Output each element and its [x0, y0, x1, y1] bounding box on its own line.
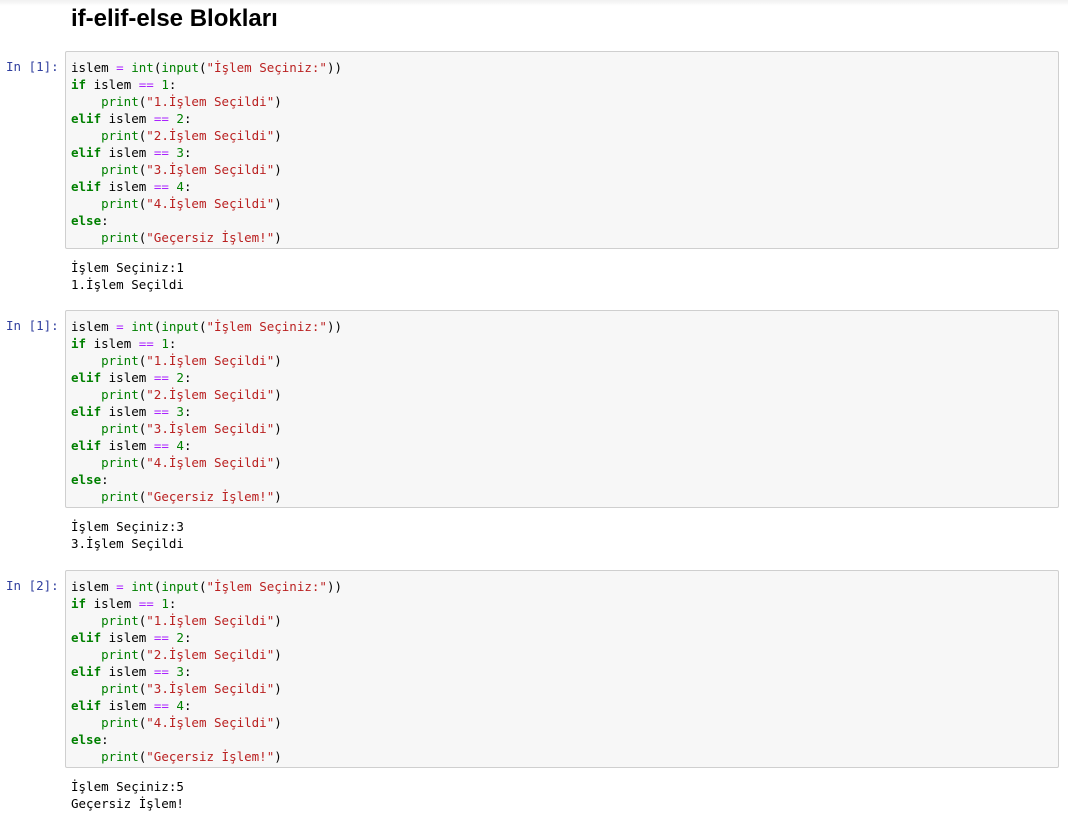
cell-output: İşlem Seçiniz:3 3.İşlem Seçildi	[71, 518, 184, 552]
output-line: 1.İşlem Seçildi	[71, 277, 184, 292]
input-prompt: In [1]:	[6, 59, 59, 74]
code-text[interactable]: islem = int(input("İşlem Seçiniz:")) if …	[66, 52, 1058, 246]
code-text[interactable]: islem = int(input("İşlem Seçiniz:")) if …	[66, 571, 1058, 765]
code-text[interactable]: islem = int(input("İşlem Seçiniz:")) if …	[66, 311, 1058, 505]
input-prompt: In [1]:	[6, 318, 59, 333]
output-line: 3.İşlem Seçildi	[71, 536, 184, 551]
output-line: İşlem Seçiniz:1	[71, 260, 184, 275]
code-editor[interactable]: islem = int(input("İşlem Seçiniz:")) if …	[65, 310, 1059, 508]
cell-output: İşlem Seçiniz:1 1.İşlem Seçildi	[71, 259, 184, 293]
input-prompt: In [2]:	[6, 578, 59, 593]
output-line: İşlem Seçiniz:3	[71, 519, 184, 534]
code-editor[interactable]: islem = int(input("İşlem Seçiniz:")) if …	[65, 51, 1059, 249]
cell-output: İşlem Seçiniz:5 Geçersiz İşlem!	[71, 778, 184, 812]
code-editor[interactable]: islem = int(input("İşlem Seçiniz:")) if …	[65, 570, 1059, 768]
output-line: İşlem Seçiniz:5	[71, 779, 184, 794]
page-title: if-elif-else Blokları	[71, 5, 278, 32]
output-line: Geçersiz İşlem!	[71, 796, 184, 811]
